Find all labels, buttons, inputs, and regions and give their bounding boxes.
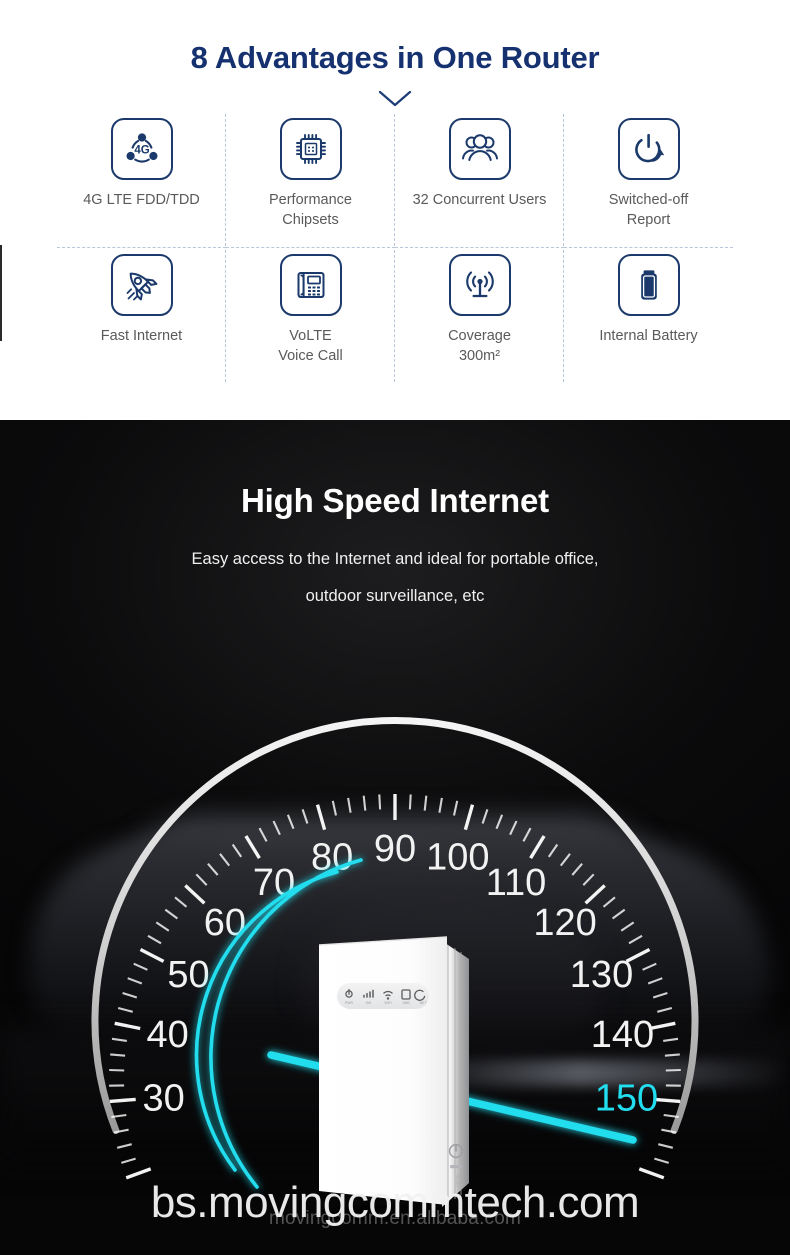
feature-label: Internal Battery xyxy=(599,328,698,344)
features-section: 8 Advantages in One Router 4G 4G LTE FDD… xyxy=(0,0,790,420)
feature-label: 32 Concurrent Users xyxy=(412,192,547,208)
gauge-label-90: 90 xyxy=(374,828,416,870)
watermark-secondary: movingcomm.en.alibaba.com xyxy=(268,1208,522,1229)
gauge-label-140: 140 xyxy=(591,1014,654,1056)
gauge-label-150: 150 xyxy=(595,1077,658,1119)
power-report-icon xyxy=(617,118,680,180)
feature-item-coverage[interactable]: Coverage 300m² xyxy=(395,248,564,384)
svg-text:SIG: SIG xyxy=(366,1001,372,1005)
feature-label: Switched-off Report xyxy=(608,192,689,228)
battery-icon xyxy=(617,254,680,316)
gauge-label-120: 120 xyxy=(533,902,596,944)
cpu-chipset-icon xyxy=(279,118,342,180)
feature-item-switched-off-report[interactable]: Switched-off Report xyxy=(564,112,733,248)
feature-item-chipsets[interactable]: Performance Chipsets xyxy=(226,112,395,248)
feature-label: VoLTE Voice Call xyxy=(278,328,343,364)
gauge-label-40: 40 xyxy=(146,1014,188,1056)
feature-item-4g-lte[interactable]: 4G 4G LTE FDD/TDD xyxy=(57,112,226,248)
hero-subtitle-line-1: Easy access to the Internet and ideal fo… xyxy=(191,550,599,568)
4g-network-icon: 4G xyxy=(110,118,173,180)
antenna-coverage-icon xyxy=(448,254,511,316)
gauge-label-100: 100 xyxy=(426,837,489,879)
feature-item-fast-internet[interactable]: Fast Internet xyxy=(57,248,226,384)
gauge-label-50: 50 xyxy=(167,954,209,996)
gauge-label-110: 110 xyxy=(486,862,547,904)
hero-subtitle-line-2: outdoor surveillance, etc xyxy=(305,587,485,605)
hero-section: High Speed Internet Easy access to the I… xyxy=(0,420,790,1255)
page-title: 8 Advantages in One Router xyxy=(190,40,600,75)
feature-label: Performance Chipsets xyxy=(268,192,352,228)
rocket-icon xyxy=(110,254,173,316)
feature-item-concurrent-users[interactable]: 32 Concurrent Users xyxy=(395,112,564,248)
hero-title: High Speed Internet xyxy=(241,482,549,519)
svg-text:WIFI: WIFI xyxy=(384,1001,391,1005)
users-group-icon xyxy=(448,118,511,180)
gauge-label-60: 60 xyxy=(204,902,246,944)
svg-text:NET: NET xyxy=(420,1001,427,1005)
gauge-label-30: 30 xyxy=(142,1077,184,1119)
feature-item-volte[interactable]: VoLTE Voice Call xyxy=(226,248,395,384)
desk-phone-icon xyxy=(279,254,342,316)
feature-label: 4G LTE FDD/TDD xyxy=(83,192,200,208)
feature-label: Coverage 300m² xyxy=(448,328,511,364)
feature-label: Fast Internet xyxy=(100,328,183,344)
edge-artifact xyxy=(0,245,2,341)
svg-text:4G: 4G xyxy=(134,145,149,157)
feature-item-internal-battery[interactable]: Internal Battery xyxy=(564,248,733,384)
chevron-down-icon xyxy=(375,88,415,110)
features-grid: 4G 4G LTE FDD/TDD Performance Chipsets 3… xyxy=(57,112,733,392)
gauge-label-130: 130 xyxy=(570,954,633,996)
svg-text:SMS: SMS xyxy=(402,1001,410,1005)
svg-text:PWR: PWR xyxy=(345,1001,353,1005)
